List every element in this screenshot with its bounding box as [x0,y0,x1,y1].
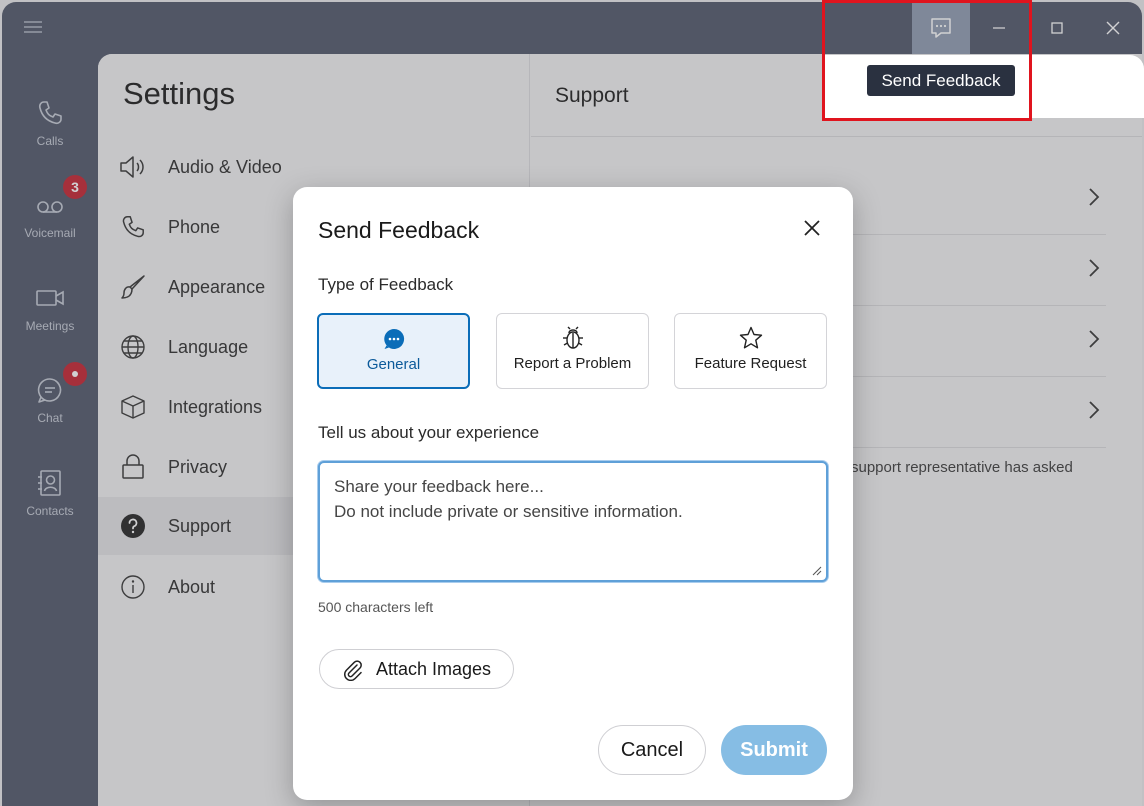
star-icon [739,325,763,351]
close-icon [804,220,820,236]
cancel-button[interactable]: Cancel [598,725,706,775]
bug-icon [562,325,584,351]
feedback-type-general[interactable]: General [317,313,470,389]
send-feedback-tooltip: Send Feedback [867,65,1015,96]
feedback-type-label: Type of Feedback [318,275,454,294]
dialog-title: Send Feedback [318,217,480,243]
feedback-textarea[interactable] [318,461,828,582]
paperclip-icon [344,660,362,681]
dialog-close-button[interactable] [798,214,826,242]
send-feedback-dialog: Send Feedback Type of Feedback General R… [293,187,853,800]
feedback-type-feature-request[interactable]: Feature Request [674,313,827,389]
attach-images-button[interactable]: Attach Images [319,649,514,689]
submit-button[interactable]: Submit [721,725,827,775]
feedback-type-report-problem[interactable]: Report a Problem [496,313,649,389]
experience-label: Tell us about your experience [318,423,540,442]
characters-left: 500 characters left [318,599,434,615]
resize-grip-icon[interactable] [812,566,822,576]
chat-bubble-icon [383,326,405,352]
